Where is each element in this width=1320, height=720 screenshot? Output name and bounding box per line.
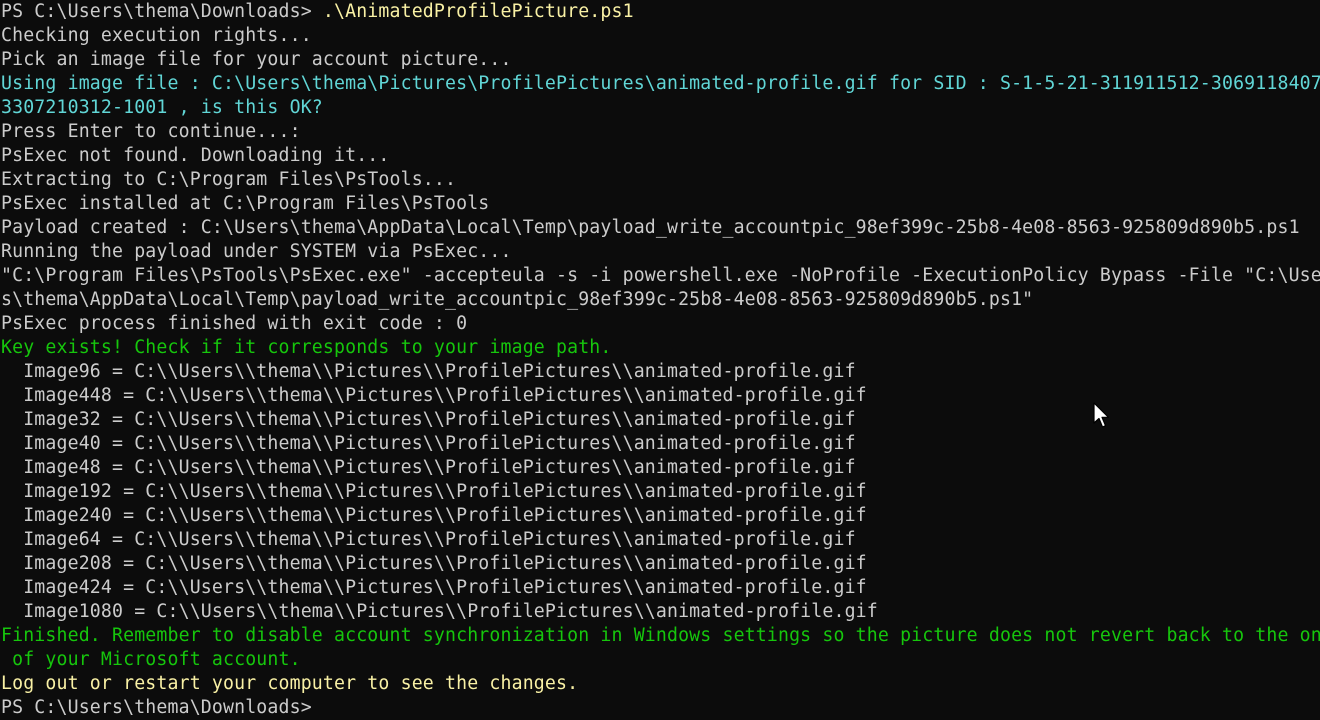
- terminal-line: "C:\Program Files\PsTools\PsExec.exe" -a…: [1, 265, 1320, 286]
- terminal-line: s\thema\AppData\Local\Temp\payload_write…: [1, 289, 1034, 310]
- registry-value-line: Image64 = C:\\Users\\thema\\Pictures\\Pr…: [1, 529, 856, 550]
- registry-value-line: Image192 = C:\\Users\\thema\\Pictures\\P…: [1, 481, 867, 502]
- registry-value-line: Image448 = C:\\Users\\thema\\Pictures\\P…: [1, 385, 867, 406]
- terminal-line: Checking execution rights...: [1, 25, 312, 46]
- registry-value-line: Image40 = C:\\Users\\thema\\Pictures\\Pr…: [1, 433, 856, 454]
- terminal-line-prompt[interactable]: PS C:\Users\thema\Downloads>: [0, 696, 1320, 720]
- terminal-line: Pick an image file for your account pict…: [1, 49, 512, 70]
- terminal-line: PsExec process finished with exit code :…: [1, 313, 468, 334]
- registry-value-line: Image424 = C:\\Users\\thema\\Pictures\\P…: [1, 577, 867, 598]
- command-text: .\AnimatedProfilePicture.ps1: [322, 1, 634, 22]
- registry-value-line: Image240 = C:\\Users\\thema\\Pictures\\P…: [1, 505, 867, 526]
- terminal-line-success: Key exists! Check if it corresponds to y…: [1, 337, 612, 358]
- terminal-line: Running the payload under SYSTEM via PsE…: [1, 241, 512, 262]
- registry-value-line: Image48 = C:\\Users\\thema\\Pictures\\Pr…: [1, 457, 856, 478]
- terminal-output[interactable]: PS C:\Users\thema\Downloads> .\AnimatedP…: [0, 0, 1320, 720]
- terminal-line-success: of your Microsoft account.: [1, 649, 301, 670]
- terminal-line: PsExec not found. Downloading it...: [1, 145, 390, 166]
- terminal-line: Payload created : C:\Users\thema\AppData…: [1, 217, 1300, 238]
- registry-value-line: Image1080 = C:\\Users\\thema\\Pictures\\…: [1, 601, 878, 622]
- terminal-line-warning: Log out or restart your computer to see …: [1, 673, 579, 694]
- terminal-line: Press Enter to continue...:: [1, 121, 301, 142]
- registry-value-line: Image96 = C:\\Users\\thema\\Pictures\\Pr…: [1, 361, 856, 382]
- terminal-line-success: Finished. Remember to disable account sy…: [1, 625, 1320, 646]
- terminal-line-info: Using image file : C:\Users\thema\Pictur…: [1, 73, 1320, 94]
- terminal-line-prompt: PS C:\Users\thema\Downloads> .\AnimatedP…: [0, 0, 1320, 24]
- registry-value-line: Image208 = C:\\Users\\thema\\Pictures\\P…: [1, 553, 867, 574]
- mouse-pointer-icon: [1093, 402, 1110, 428]
- terminal-line: Extracting to C:\Program Files\PsTools..…: [1, 169, 457, 190]
- prompt-text: PS C:\Users\thema\Downloads>: [1, 1, 323, 22]
- terminal-line: PsExec installed at C:\Program Files\PsT…: [1, 193, 490, 214]
- terminal-line-info: 3307210312-1001 , is this OK?: [1, 97, 323, 118]
- registry-value-line: Image32 = C:\\Users\\thema\\Pictures\\Pr…: [1, 409, 856, 430]
